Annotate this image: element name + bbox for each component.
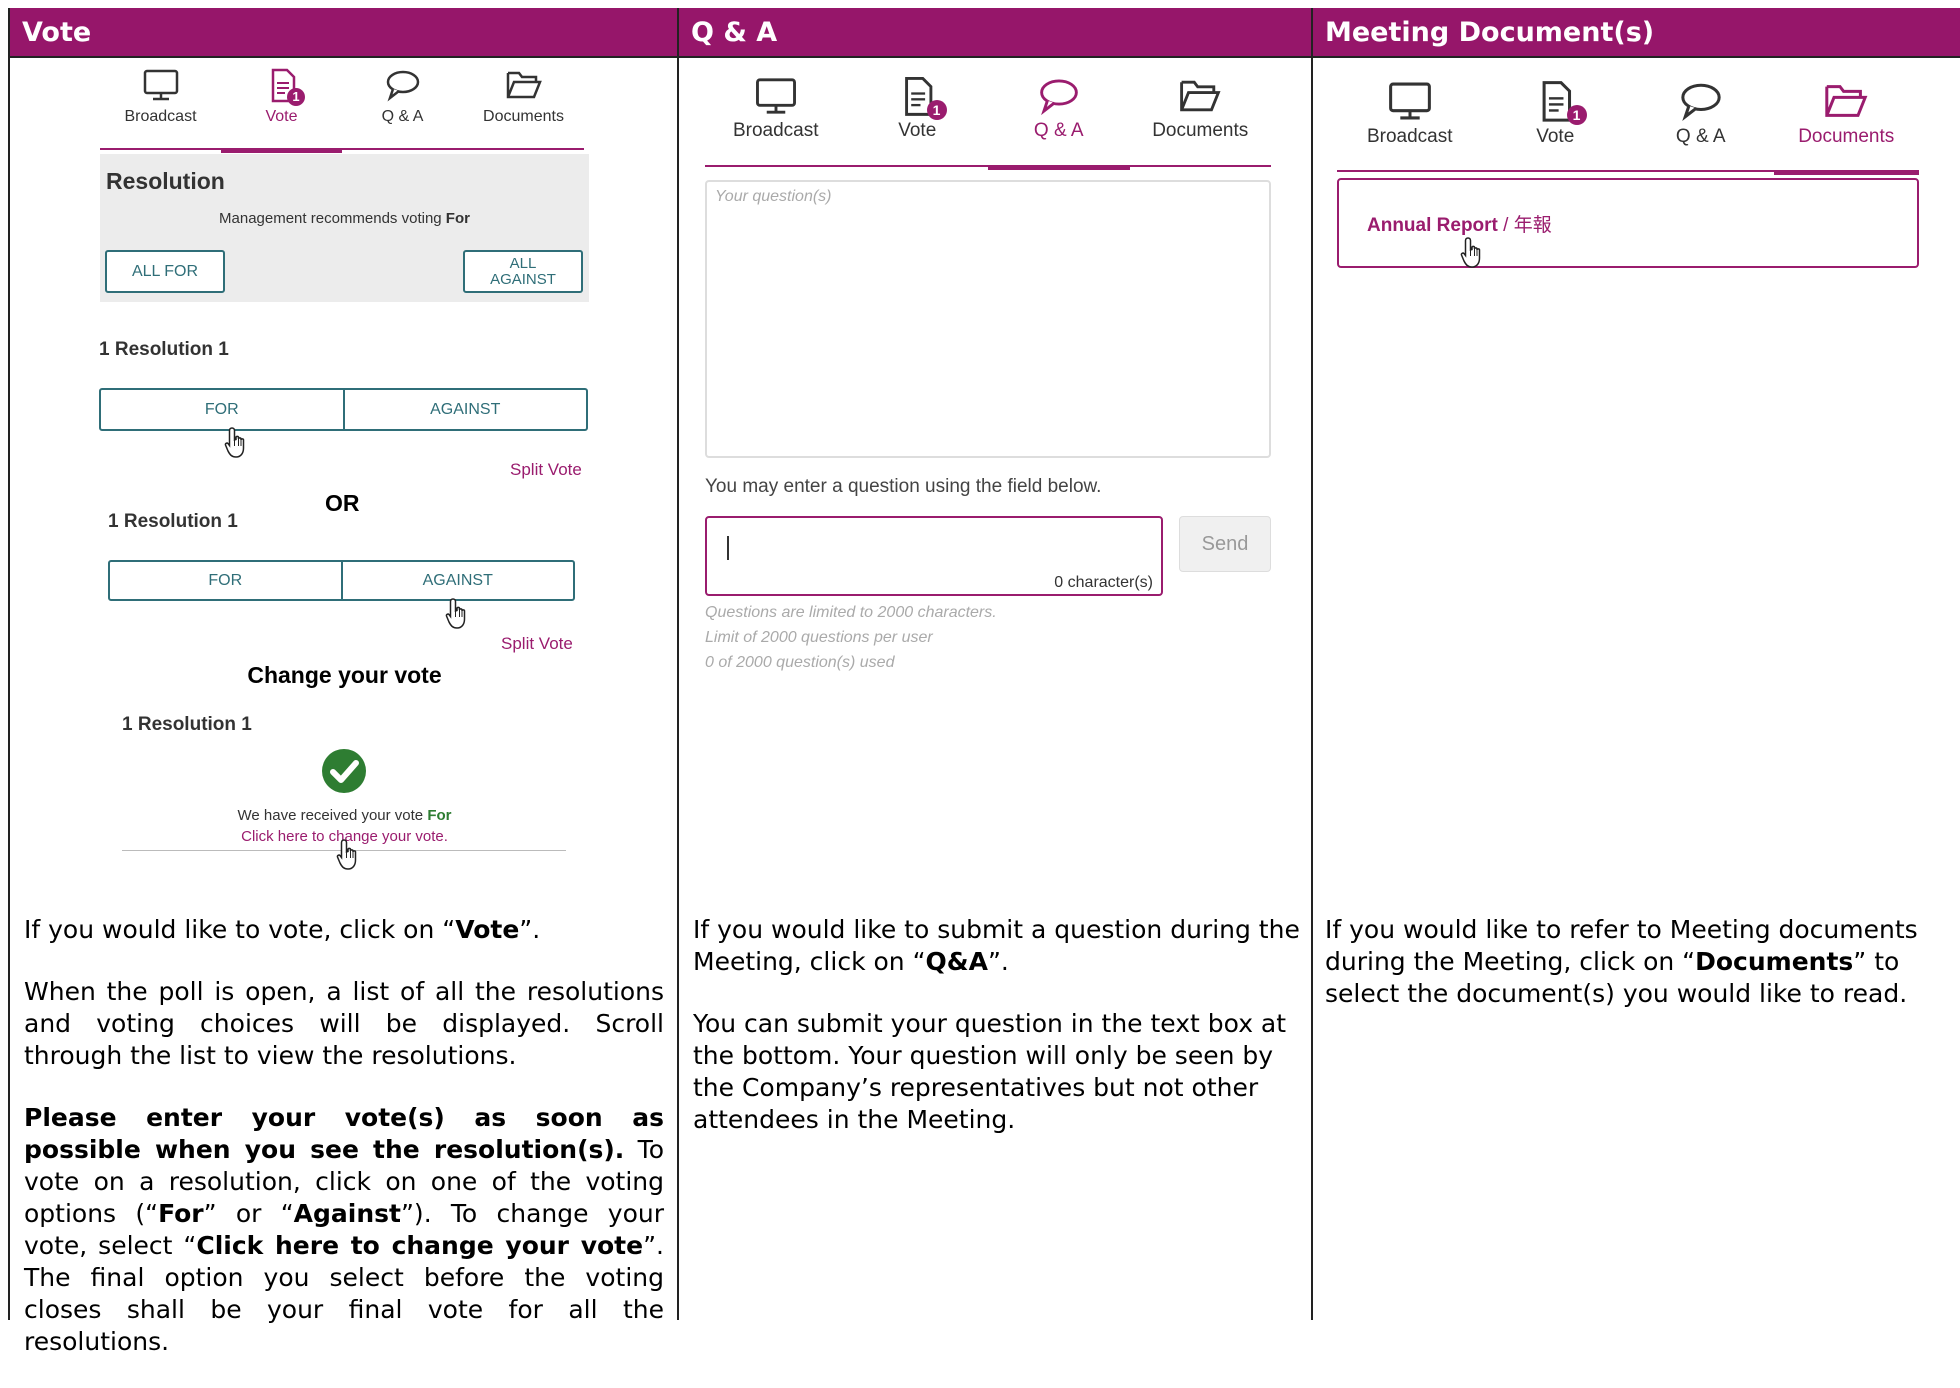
qa-header: Q & A bbox=[679, 8, 1311, 58]
document-name: Annual Report bbox=[1367, 215, 1498, 236]
documents-column: Meeting Document(s) Broadcast 1 Vote Q &… bbox=[1313, 8, 1960, 1320]
resolution-title: Resolution bbox=[106, 168, 225, 194]
hand-cursor-icon-2 bbox=[445, 598, 466, 629]
document-item[interactable]: Annual Report / 年報 bbox=[1337, 178, 1919, 268]
chat-bubble-icon bbox=[1681, 83, 1721, 121]
tab-qa[interactable]: Q & A bbox=[1628, 80, 1774, 170]
qa-tab-bar: Broadcast 1 Vote Q & A Documents bbox=[705, 76, 1272, 170]
tab-documents-label: Documents bbox=[483, 108, 564, 125]
question-limits: Questions are limited to 2000 characters… bbox=[705, 600, 997, 675]
all-against-line1: ALL bbox=[509, 255, 537, 272]
character-count: 0 character(s) bbox=[1054, 574, 1153, 591]
chat-bubble-icon bbox=[386, 70, 419, 102]
against-button-2[interactable]: AGAINST bbox=[340, 562, 574, 599]
or-label: OR bbox=[325, 490, 360, 516]
split-vote-link[interactable]: Split Vote bbox=[510, 460, 582, 480]
tab-vote[interactable]: 1 Vote bbox=[847, 76, 989, 165]
tab-documents-label: Documents bbox=[1798, 126, 1895, 147]
tab-vote[interactable]: 1 Vote bbox=[1483, 80, 1629, 170]
tab-broadcast[interactable]: Broadcast bbox=[100, 68, 221, 148]
checkmark-circle-icon bbox=[322, 749, 366, 793]
tab-vote[interactable]: 1 Vote bbox=[221, 68, 342, 153]
resolution-box: Resolution Management recommends voting … bbox=[100, 154, 589, 302]
tab-broadcast-label: Broadcast bbox=[732, 120, 819, 141]
limit-line-3: 0 of 2000 question(s) used bbox=[705, 654, 895, 671]
tab-vote-label: Vote bbox=[1536, 126, 1575, 147]
qa-paragraph-2: You can submit your question in the text… bbox=[693, 1009, 1287, 1134]
document-link[interactable]: Annual Report / 年報 bbox=[1367, 210, 1552, 237]
question-placeholder: Your question(s) bbox=[715, 188, 832, 205]
tab-vote-label: Vote bbox=[265, 108, 298, 125]
hand-cursor-icon bbox=[1460, 237, 1481, 268]
tab-broadcast-label: Broadcast bbox=[124, 108, 197, 125]
vote-tab-bar: Broadcast 1 Vote Q & A Documents bbox=[100, 68, 584, 153]
document-name-suffix: / 年報 bbox=[1497, 215, 1552, 236]
folder-icon bbox=[1180, 80, 1221, 112]
vote-received-prefix: We have received your vote bbox=[237, 807, 428, 824]
vote-badge: 1 bbox=[1566, 105, 1587, 125]
split-vote-link-2[interactable]: Split Vote bbox=[501, 634, 573, 654]
vote-paragraph-1: If you would like to vote, click on “Vot… bbox=[24, 915, 541, 944]
monitor-icon bbox=[755, 78, 796, 114]
vote-instructions: If you would like to vote, click on “Vot… bbox=[24, 914, 664, 1388]
documents-instructions: If you would like to refer to Meeting do… bbox=[1325, 914, 1950, 1040]
documents-paragraph-1: If you would like to refer to Meeting do… bbox=[1325, 915, 1918, 1008]
question-hint: You may enter a question using the field… bbox=[705, 476, 1102, 497]
limit-line-1: Questions are limited to 2000 characters… bbox=[705, 604, 997, 621]
resolution-label-2: 1 Resolution 1 bbox=[108, 511, 238, 532]
documents-header: Meeting Document(s) bbox=[1313, 8, 1960, 58]
qa-instructions: If you would like to submit a question d… bbox=[693, 914, 1303, 1166]
folder-icon bbox=[506, 71, 542, 99]
monitor-icon bbox=[1388, 82, 1431, 120]
for-button[interactable]: FOR bbox=[101, 390, 343, 429]
tab-qa[interactable]: Q & A bbox=[988, 76, 1130, 170]
documents-tab-bar: Broadcast 1 Vote Q & A Documents bbox=[1337, 80, 1920, 175]
vote-column: Vote Broadcast 1 Vote Q & A Documents Re… bbox=[10, 8, 679, 1356]
hand-cursor-icon bbox=[224, 427, 245, 458]
chat-bubble-icon bbox=[1039, 79, 1078, 116]
recommendation-text: Management recommends voting For bbox=[100, 210, 589, 227]
send-button[interactable]: Send bbox=[1179, 516, 1271, 572]
tab-documents-label: Documents bbox=[1152, 120, 1249, 141]
vote-option-group: FOR AGAINST bbox=[99, 388, 588, 431]
change-vote-heading: Change your vote bbox=[247, 662, 442, 688]
vote-badge: 1 bbox=[287, 88, 305, 106]
resolution-label-3: 1 Resolution 1 bbox=[122, 714, 252, 735]
question-input[interactable]: 0 character(s) bbox=[705, 516, 1163, 596]
all-against-button[interactable]: ALL AGAINST bbox=[463, 250, 583, 293]
for-button-2[interactable]: FOR bbox=[110, 562, 341, 599]
vote-received-text: We have received your vote For bbox=[10, 807, 679, 824]
recommendation-prefix: Management recommends voting bbox=[219, 210, 446, 227]
tab-documents[interactable]: Documents bbox=[463, 68, 584, 148]
text-cursor bbox=[727, 536, 729, 560]
tab-broadcast-label: Broadcast bbox=[1366, 126, 1453, 147]
resolution-label: 1 Resolution 1 bbox=[99, 339, 229, 360]
tab-qa-label: Q & A bbox=[1675, 126, 1726, 147]
question-textarea[interactable]: Your question(s) bbox=[705, 180, 1271, 458]
qa-paragraph-1: If you would like to submit a question d… bbox=[693, 915, 1300, 976]
vote-badge: 1 bbox=[926, 100, 947, 120]
tab-broadcast[interactable]: Broadcast bbox=[1337, 80, 1483, 170]
tab-documents[interactable]: Documents bbox=[1773, 80, 1920, 175]
vote-paragraph-2: When the poll is open, a list of all the… bbox=[24, 977, 664, 1070]
tab-qa[interactable]: Q & A bbox=[342, 68, 463, 148]
qa-column: Q & A Broadcast 1 Vote Q & A Documents Y… bbox=[679, 8, 1313, 1320]
against-button[interactable]: AGAINST bbox=[342, 390, 587, 429]
instruction-table: Vote Broadcast 1 Vote Q & A Documents Re… bbox=[8, 8, 1960, 1356]
vote-header: Vote bbox=[10, 8, 677, 58]
tab-documents[interactable]: Documents bbox=[1130, 76, 1272, 165]
limit-line-2: Limit of 2000 questions per user bbox=[705, 629, 933, 646]
vote-option-group-2: FOR AGAINST bbox=[108, 560, 575, 601]
tab-vote-label: Vote bbox=[898, 120, 937, 141]
vote-received-value: For bbox=[427, 807, 452, 824]
folder-icon bbox=[1825, 85, 1868, 117]
monitor-icon bbox=[143, 69, 178, 101]
recommendation-value: For bbox=[445, 210, 470, 227]
hand-cursor-icon-3 bbox=[336, 839, 357, 870]
tab-broadcast[interactable]: Broadcast bbox=[705, 76, 847, 165]
all-against-line2: AGAINST bbox=[490, 271, 556, 288]
tab-qa-label: Q & A bbox=[381, 108, 424, 125]
all-for-button[interactable]: ALL FOR bbox=[105, 250, 225, 293]
tab-qa-label: Q & A bbox=[1033, 120, 1084, 141]
